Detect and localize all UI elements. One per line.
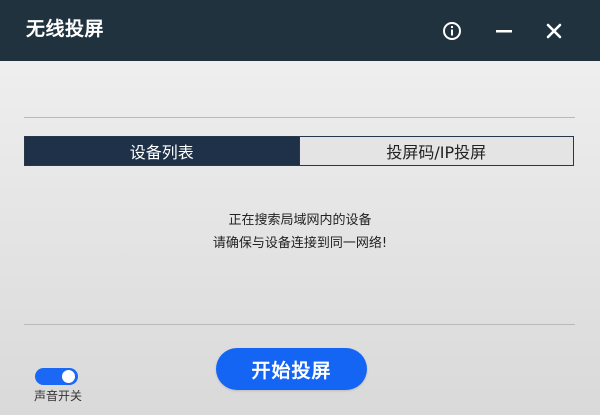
close-icon xyxy=(546,23,562,39)
minimize-button[interactable] xyxy=(491,18,517,44)
tab-code-ip-mirror[interactable]: 投屏码/IP投屏 xyxy=(298,137,573,165)
info-icon xyxy=(443,22,461,40)
toggle-knob xyxy=(62,370,75,383)
close-button[interactable] xyxy=(541,18,567,44)
status-line-searching: 正在搜索局域网内的设备 xyxy=(228,213,372,228)
mode-tabs: 设备列表 投屏码/IP投屏 xyxy=(24,136,574,166)
title-bar: 无线投屏 xyxy=(0,0,600,61)
info-button[interactable] xyxy=(439,18,465,44)
screen-mirror-window: 无线投屏 设备列表 投屏码/IP投屏 正在搜索局域网内的设备 请确保与设备连接到… xyxy=(0,0,600,415)
minimize-icon xyxy=(496,30,512,33)
tab-device-list[interactable]: 设备列表 xyxy=(25,137,299,165)
top-divider xyxy=(24,117,575,118)
search-status: 正在搜索局域网内的设备 请确保与设备连接到同一网络! xyxy=(0,209,600,255)
status-line-network-hint: 请确保与设备连接到同一网络! xyxy=(212,236,388,251)
bottom-divider xyxy=(24,324,575,325)
sound-toggle-label: 声音开关 xyxy=(34,389,83,403)
window-title: 无线投屏 xyxy=(26,18,105,40)
sound-toggle[interactable] xyxy=(35,368,78,385)
start-mirroring-button[interactable]: 开始投屏 xyxy=(216,348,367,390)
